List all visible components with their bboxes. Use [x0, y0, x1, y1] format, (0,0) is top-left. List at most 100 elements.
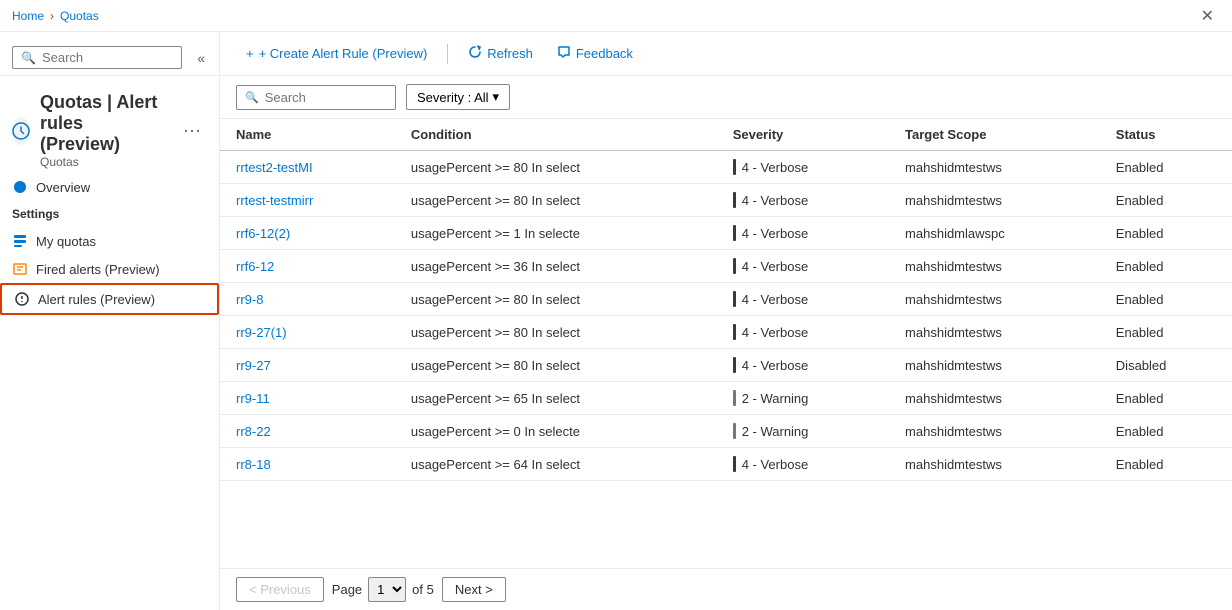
cell-name: rr9-27(1): [220, 316, 395, 349]
sidebar-item-fired-alerts[interactable]: Fired alerts (Preview): [0, 255, 219, 283]
sidebar-search-input[interactable]: [42, 50, 173, 65]
cell-status: Enabled: [1100, 316, 1232, 349]
page-title-heading: Quotas | Alert rules (Preview): [40, 92, 163, 155]
cell-name: rrtest2-testMI: [220, 151, 395, 184]
toolbar: + + Create Alert Rule (Preview) Refresh …: [220, 32, 1232, 76]
next-page-button[interactable]: Next >: [442, 577, 506, 602]
alert-rule-link[interactable]: rrf6-12(2): [236, 226, 290, 241]
alert-rule-link[interactable]: rr9-8: [236, 292, 263, 307]
refresh-icon: [468, 45, 482, 62]
sidebar-nav: My quotas Fired alerts (Preview) Alert r…: [0, 223, 219, 319]
alert-rule-link[interactable]: rr9-27: [236, 358, 271, 373]
severity-filter-label: Severity : All: [417, 90, 489, 105]
cell-condition: usagePercent >= 80 In select: [395, 184, 717, 217]
cell-name: rr9-8: [220, 283, 395, 316]
alert-rule-link[interactable]: rr8-22: [236, 424, 271, 439]
cell-status: Disabled: [1100, 349, 1232, 382]
pagination: < Previous Page 1 2 3 4 5 of 5 Next >: [220, 568, 1232, 610]
cell-severity: 2 - Warning: [717, 415, 889, 448]
table-body: rrtest2-testMI usagePercent >= 80 In sel…: [220, 151, 1232, 481]
col-condition: Condition: [395, 119, 717, 151]
severity-bar: [733, 456, 736, 472]
severity-text: 4 - Verbose: [742, 160, 809, 175]
feedback-button[interactable]: Feedback: [547, 40, 643, 67]
alert-rule-link[interactable]: rr9-11: [236, 391, 270, 406]
severity-bar: [733, 390, 736, 406]
table-row: rr9-11 usagePercent >= 65 In select 2 - …: [220, 382, 1232, 415]
filter-search-input[interactable]: [265, 90, 387, 105]
table-row: rr9-27 usagePercent >= 80 In select 4 - …: [220, 349, 1232, 382]
page-number-select[interactable]: 1 2 3 4 5: [368, 577, 406, 602]
cell-target-scope: mahshidmtestws: [889, 382, 1100, 415]
prev-page-button[interactable]: < Previous: [236, 577, 324, 602]
cell-status: Enabled: [1100, 448, 1232, 481]
cell-condition: usagePercent >= 0 In selecte: [395, 415, 717, 448]
sidebar-item-label: Fired alerts (Preview): [36, 262, 160, 277]
table-row: rrtest-testmirr usagePercent >= 80 In se…: [220, 184, 1232, 217]
toolbar-divider: [447, 44, 448, 64]
sidebar-item-alert-rules[interactable]: Alert rules (Preview): [0, 283, 219, 315]
alert-rules-icon: [14, 291, 30, 307]
cell-severity: 4 - Verbose: [717, 283, 889, 316]
cell-target-scope: mahshidmtestws: [889, 349, 1100, 382]
col-name: Name: [220, 119, 395, 151]
sidebar: 🔍 « Quotas | Alert rules (Preview) Quota…: [0, 32, 220, 610]
severity-bar: [733, 192, 736, 208]
page-subtitle: Quotas: [40, 155, 163, 169]
sidebar-collapse-button[interactable]: «: [195, 48, 207, 68]
severity-filter-button[interactable]: Severity : All ▾: [406, 84, 510, 110]
cell-severity: 4 - Verbose: [717, 448, 889, 481]
page-input-group: Page 1 2 3 4 5 of 5: [332, 577, 434, 602]
severity-bar: [733, 159, 736, 175]
cell-severity: 4 - Verbose: [717, 217, 889, 250]
overview-icon: [12, 179, 28, 195]
more-options-button[interactable]: ···: [177, 118, 207, 143]
page-select-group[interactable]: 1 2 3 4 5: [368, 577, 406, 602]
col-severity: Severity: [717, 119, 889, 151]
alert-rule-link[interactable]: rrf6-12: [236, 259, 274, 274]
create-alert-rule-button[interactable]: + + Create Alert Rule (Preview): [236, 41, 437, 66]
severity-bar: [733, 357, 736, 373]
severity-bar: [733, 258, 736, 274]
breadcrumb-home[interactable]: Home: [12, 9, 44, 23]
sidebar-item-my-quotas[interactable]: My quotas: [0, 227, 219, 255]
alert-rule-link[interactable]: rrtest2-testMI: [236, 160, 313, 175]
cell-status: Enabled: [1100, 250, 1232, 283]
severity-bar: [733, 225, 736, 241]
cell-target-scope: mahshidmtestws: [889, 184, 1100, 217]
filter-search-container[interactable]: 🔍: [236, 85, 396, 110]
severity-text: 4 - Verbose: [742, 193, 809, 208]
filter-search-icon: 🔍: [245, 91, 259, 104]
quotas-icon: [12, 117, 30, 145]
refresh-button[interactable]: Refresh: [458, 40, 543, 67]
table-row: rr9-8 usagePercent >= 80 In select 4 - V…: [220, 283, 1232, 316]
filter-bar: 🔍 Severity : All ▾: [220, 76, 1232, 119]
fired-alerts-icon: [12, 261, 28, 277]
col-target-scope: Target Scope: [889, 119, 1100, 151]
breadcrumb-quotas[interactable]: Quotas: [60, 9, 99, 23]
cell-severity: 4 - Verbose: [717, 151, 889, 184]
sidebar-item-overview[interactable]: Overview: [0, 173, 219, 201]
cell-condition: usagePercent >= 80 In select: [395, 316, 717, 349]
cell-target-scope: mahshidmtestws: [889, 448, 1100, 481]
cell-target-scope: mahshidmtestws: [889, 415, 1100, 448]
cell-name: rr8-18: [220, 448, 395, 481]
alert-rules-table: Name Condition Severity Target Scope Sta…: [220, 119, 1232, 481]
alert-rule-link[interactable]: rr8-18: [236, 457, 271, 472]
alert-rule-link[interactable]: rr9-27(1): [236, 325, 287, 340]
cell-target-scope: mahshidmtestws: [889, 283, 1100, 316]
severity-bar: [733, 423, 736, 439]
page-title-area: Quotas | Alert rules (Preview) Quotas ··…: [0, 84, 219, 173]
alert-rule-link[interactable]: rrtest-testmirr: [236, 193, 313, 208]
page-title: Quotas | Alert rules (Preview) Quotas ··…: [12, 92, 207, 169]
cell-name: rr9-11: [220, 382, 395, 415]
sidebar-search-container[interactable]: 🔍: [12, 46, 182, 69]
cell-status: Enabled: [1100, 151, 1232, 184]
cell-condition: usagePercent >= 36 In select: [395, 250, 717, 283]
table-row: rr8-18 usagePercent >= 64 In select 4 - …: [220, 448, 1232, 481]
my-quotas-icon: [12, 233, 28, 249]
close-button[interactable]: ✕: [1195, 4, 1220, 28]
cell-target-scope: mahshidmlawspc: [889, 217, 1100, 250]
table-container: Name Condition Severity Target Scope Sta…: [220, 119, 1232, 568]
breadcrumb-separator: ›: [50, 9, 54, 23]
